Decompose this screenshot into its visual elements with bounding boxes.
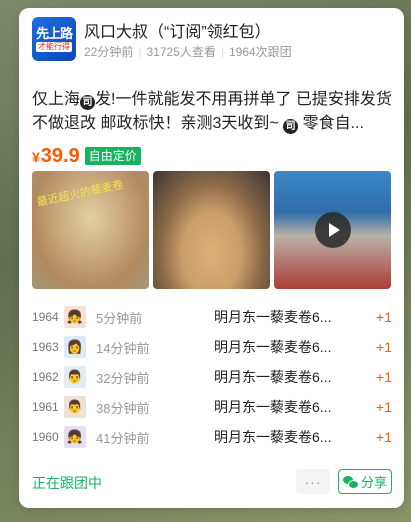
order-row[interactable]: 1961 👨 38分钟前 明月东一藜麦卷6... +1: [32, 392, 392, 422]
order-quantity: +1: [376, 309, 392, 325]
order-number: 1960: [32, 430, 59, 444]
meta-divider: |: [220, 45, 224, 59]
order-row[interactable]: 1960 👧 41分钟前 明月东一藜麦卷6... +1: [32, 422, 392, 452]
group-logo: 先上路 才能行得: [32, 17, 76, 61]
avatar: 👨: [64, 366, 86, 388]
group-card[interactable]: 先上路 才能行得 风口大叔（“订阅”领红包） 22分钟前 | 31725人查看 | 19…: [19, 8, 404, 508]
order-quantity: +1: [376, 369, 392, 385]
delivery-icon: 司: [80, 95, 96, 110]
price-row: ¥39.9 自由定价: [32, 144, 141, 168]
avatar: 👩: [64, 336, 86, 358]
photo-caption: 最近超火的藜麦卷: [35, 178, 125, 209]
order-product: 明月东一藜麦卷6...: [214, 369, 332, 385]
more-button[interactable]: ···: [296, 469, 330, 494]
price-tag: 自由定价: [84, 147, 141, 165]
order-product: 明月东一藜麦卷6...: [214, 399, 332, 415]
follower-count: 1964次跟团: [228, 45, 292, 59]
card-footer: 正在跟团中 ··· 分享: [32, 469, 392, 495]
currency-symbol: ¥: [32, 148, 40, 165]
logo-line-1: 先上路: [35, 26, 73, 41]
share-button[interactable]: 分享: [338, 469, 392, 494]
order-time: 14分钟前: [96, 340, 150, 356]
play-icon[interactable]: [315, 212, 351, 248]
order-time: 5分钟前: [96, 310, 143, 326]
price-value: 39.9: [40, 144, 80, 167]
product-photo-1[interactable]: 最近超火的藜麦卷: [32, 171, 149, 289]
avatar: 👨: [64, 396, 86, 418]
order-quantity: +1: [376, 399, 392, 415]
product-video[interactable]: [274, 171, 391, 289]
order-time: 32分钟前: [96, 370, 150, 386]
order-quantity: +1: [376, 339, 392, 355]
desc-text-1: 仅上海: [32, 91, 81, 108]
order-number: 1963: [32, 340, 59, 354]
meta-divider: |: [138, 45, 142, 59]
group-header[interactable]: 先上路 才能行得 风口大叔（“订阅”领红包） 22分钟前 | 31725人查看 | 19…: [32, 17, 392, 69]
order-row[interactable]: 1962 👨 32分钟前 明月东一藜麦卷6... +1: [32, 362, 392, 392]
following-status[interactable]: 正在跟团中: [32, 473, 102, 493]
more-icon: ···: [304, 473, 322, 490]
order-number: 1964: [32, 310, 59, 324]
order-product: 明月东一藜麦卷6...: [214, 309, 332, 325]
order-quantity: +1: [376, 429, 392, 445]
order-row[interactable]: 1963 👩 14分钟前 明月东一藜麦卷6... +1: [32, 332, 392, 362]
order-number: 1962: [32, 370, 59, 384]
delivery-icon: 司: [283, 119, 299, 134]
avatar: 👧: [64, 426, 86, 448]
order-row[interactable]: 1964 👧 5分钟前 明月东一藜麦卷6... +1: [32, 302, 392, 332]
group-meta: 22分钟前 | 31725人查看 | 1964次跟团: [84, 43, 292, 60]
order-number: 1961: [32, 400, 59, 414]
image-gallery: 最近超火的藜麦卷: [32, 171, 392, 289]
order-time: 38分钟前: [96, 400, 150, 416]
order-product: 明月东一藜麦卷6...: [214, 429, 332, 445]
wechat-icon: [342, 475, 359, 489]
updated-time: 22分钟前: [84, 45, 134, 59]
group-title[interactable]: 风口大叔（“订阅”领红包）: [84, 18, 271, 42]
share-label: 分享: [360, 475, 387, 490]
avatar: 👧: [64, 306, 86, 328]
logo-line-2: 才能行得: [36, 42, 72, 52]
desc-text-3: 零食自...: [298, 115, 364, 132]
order-product: 明月东一藜麦卷6...: [214, 339, 332, 355]
price: ¥39.9: [32, 145, 80, 168]
order-list: 1964 👧 5分钟前 明月东一藜麦卷6... +1 1963 👩 14分钟前 …: [32, 302, 392, 452]
order-time: 41分钟前: [96, 430, 150, 446]
view-count: 31725人查看: [146, 45, 216, 59]
post-description[interactable]: 仅上海司发!一件就能发不用再拼单了 已提安排发货不做退改 邮政标快！亲测3天收到…: [32, 88, 392, 136]
product-photo-2[interactable]: [153, 171, 270, 289]
